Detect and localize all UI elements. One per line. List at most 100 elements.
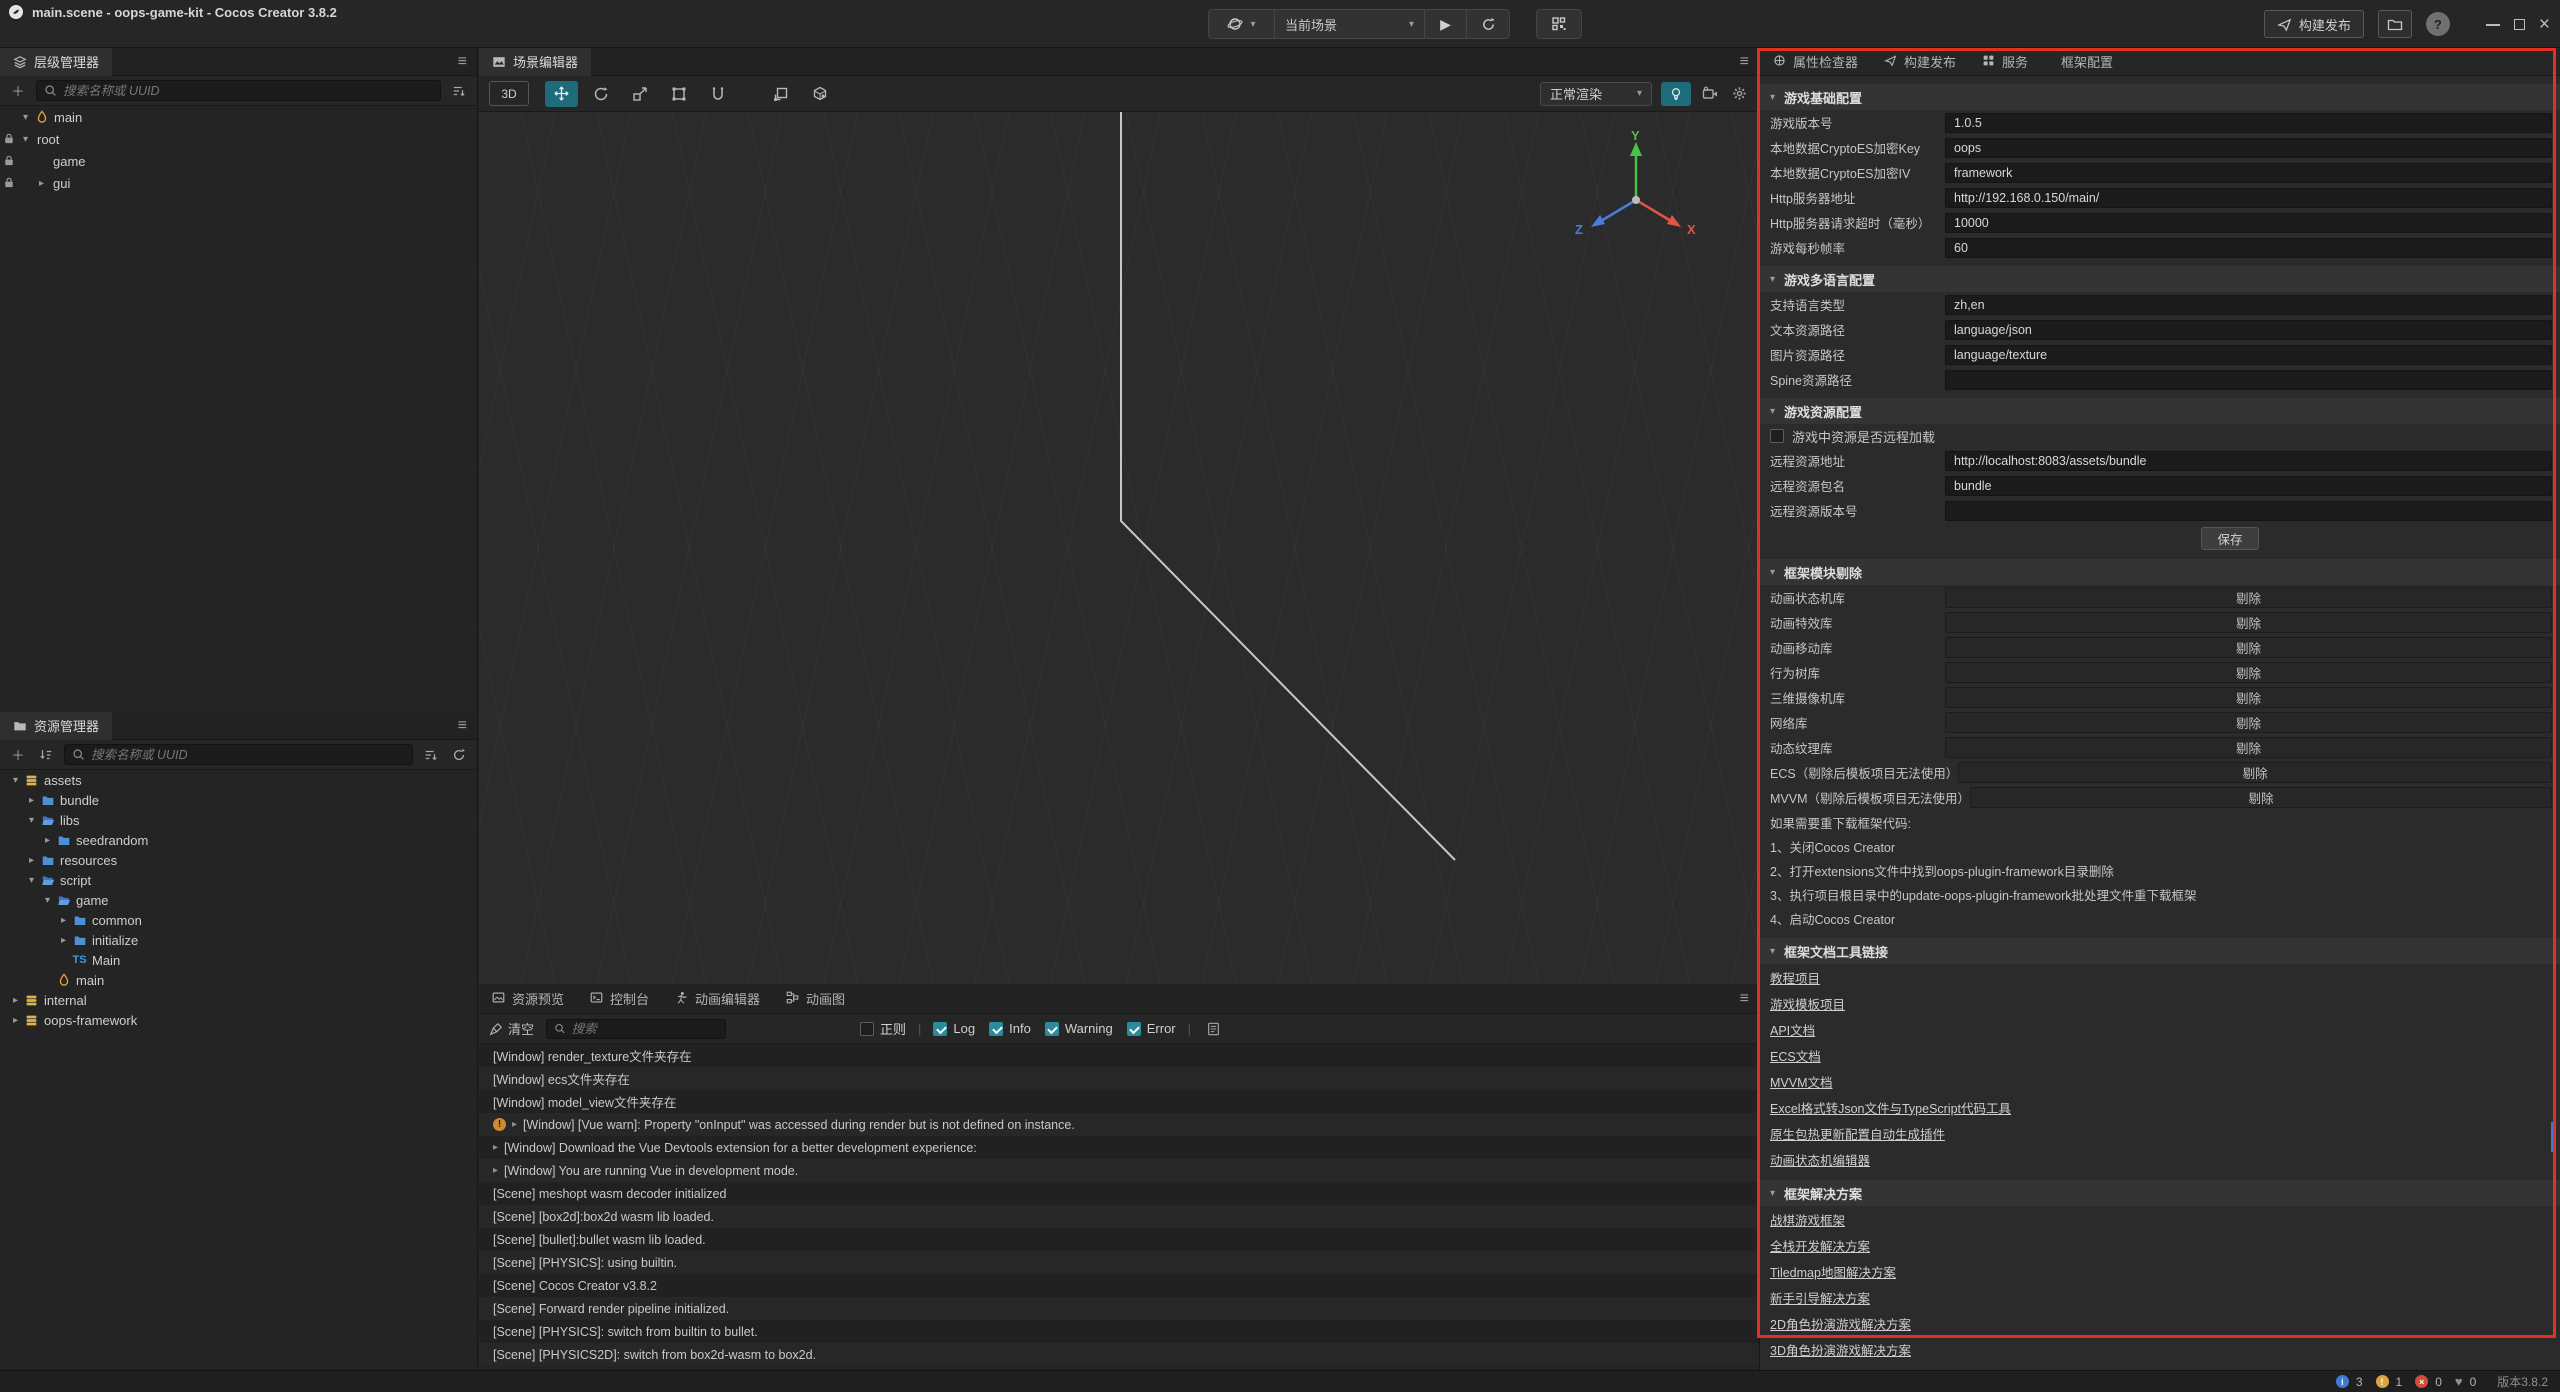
section-solutions[interactable]: ▾ 框架解决方案 [1760, 1180, 2560, 1206]
chevron-icon[interactable] [8, 1015, 23, 1026]
regex-checkbox-box[interactable] [860, 1022, 874, 1036]
trim-button[interactable]: 剔除 [1945, 662, 2552, 683]
regex-checkbox[interactable]: 正则 [860, 1019, 906, 1038]
asset-node-game[interactable]: game [0, 890, 477, 910]
minimize-button[interactable] [2486, 24, 2500, 26]
filter-checkbox-box[interactable] [933, 1022, 947, 1036]
expand-icon[interactable]: ▸ [493, 1142, 498, 1153]
section-i18n-config[interactable]: ▾ 游戏多语言配置 [1760, 266, 2560, 292]
log-row-5[interactable]: ▸ [Window] You are running Vue in develo… [479, 1159, 1759, 1182]
menu-0[interactable] [2, 24, 22, 48]
trim-button[interactable]: 剔除 [1958, 762, 2552, 783]
expand-icon[interactable]: ▸ [512, 1119, 517, 1130]
log-row-13[interactable]: [Scene] [PHYSICS2D]: switch from box2d-w… [479, 1343, 1759, 1366]
field-input[interactable] [1945, 163, 2552, 183]
inspector-tab-3[interactable]: 框架配置 [2041, 48, 2126, 76]
doc-link-2[interactable]: API文档 [1760, 1016, 2560, 1042]
assets-search-input[interactable] [91, 748, 405, 762]
inspector-tab-2[interactable]: 服务 [1969, 48, 2041, 76]
scene-viewport[interactable]: Y X Z [479, 112, 1759, 984]
log-row-12[interactable]: [Scene] [PHYSICS]: switch from builtin t… [479, 1320, 1759, 1343]
field-input[interactable] [1945, 295, 2552, 315]
preview-platform-button[interactable]: ▾ [1209, 10, 1275, 38]
filter-checkbox-box[interactable] [989, 1022, 1003, 1036]
menu-4[interactable] [82, 24, 102, 48]
scene-editor-tab[interactable]: 场景编辑器 [479, 48, 591, 76]
hierarchy-filter-icon[interactable] [449, 81, 469, 101]
field-input[interactable] [1945, 238, 2552, 258]
asset-node-resources[interactable]: resources [0, 850, 477, 870]
log-row-0[interactable]: [Window] render_texture文件夹存在 [479, 1044, 1759, 1067]
assets-tab[interactable]: 资源管理器 [0, 712, 112, 740]
console-tab-3[interactable]: 动画图 [773, 984, 858, 1014]
solution-link-0[interactable]: 战棋游戏框架 [1760, 1206, 2560, 1232]
asset-node-Main[interactable]: TS Main [0, 950, 477, 970]
log-row-9[interactable]: [Scene] [PHYSICS]: using builtin. [479, 1251, 1759, 1274]
anchor-tool-button[interactable] [701, 81, 734, 107]
assets-filter-icon[interactable] [421, 745, 441, 765]
hierarchy-search-input[interactable] [63, 84, 433, 98]
menu-6[interactable] [122, 24, 142, 48]
log-filter-1[interactable]: Info [989, 1021, 1031, 1036]
field-input[interactable] [1945, 138, 2552, 158]
section-basic-config[interactable]: ▾ 游戏基础配置 [1760, 84, 2560, 110]
asset-node-initialize[interactable]: initialize [0, 930, 477, 950]
hierarchy-node-main[interactable]: main [0, 106, 477, 128]
solution-link-4[interactable]: 2D角色扮演游戏解决方案 [1760, 1310, 2560, 1336]
rect-tool-button[interactable] [662, 81, 695, 107]
field-input[interactable] [1945, 501, 2552, 521]
log-row-8[interactable]: [Scene] [bullet]:bullet wasm lib loaded. [479, 1228, 1759, 1251]
save-button[interactable]: 保存 [2201, 527, 2259, 550]
open-project-folder-button[interactable] [2378, 10, 2412, 38]
doc-link-3[interactable]: ECS文档 [1760, 1042, 2560, 1068]
console-search-input[interactable] [572, 1022, 718, 1036]
chevron-icon[interactable] [18, 134, 33, 145]
menu-2[interactable] [42, 24, 62, 48]
asset-node-libs[interactable]: libs [0, 810, 477, 830]
play-button[interactable]: ▶ [1425, 10, 1467, 38]
lighting-toggle-button[interactable] [1661, 82, 1691, 106]
field-input[interactable] [1945, 213, 2552, 233]
solution-link-3[interactable]: 新手引导解决方案 [1760, 1284, 2560, 1310]
asset-node-bundle[interactable]: bundle [0, 790, 477, 810]
pivot-mode-button[interactable] [764, 81, 797, 107]
field-input[interactable] [1945, 320, 2552, 340]
doc-link-4[interactable]: MVVM文档 [1760, 1068, 2560, 1094]
field-input[interactable] [1945, 476, 2552, 496]
hierarchy-node-root[interactable]: root [0, 128, 477, 150]
log-row-2[interactable]: [Window] model_view文件夹存在 [479, 1090, 1759, 1113]
chevron-icon[interactable] [34, 178, 49, 189]
log-filter-0[interactable]: Log [933, 1021, 975, 1036]
console-menu-icon[interactable]: ≡ [1740, 990, 1749, 1008]
hierarchy-menu-icon[interactable]: ≡ [458, 53, 467, 71]
coordinate-mode-button[interactable] [803, 81, 836, 107]
scene-menu-icon[interactable]: ≡ [1740, 53, 1749, 71]
asset-node-main[interactable]: main [0, 970, 477, 990]
error-badge-icon[interactable]: × [2415, 1375, 2428, 1388]
log-filter-2[interactable]: Warning [1045, 1021, 1113, 1036]
close-button[interactable]: × [2539, 15, 2550, 34]
filter-checkbox-box[interactable] [1127, 1022, 1141, 1036]
chevron-icon[interactable] [40, 895, 55, 906]
log-row-3[interactable]: ! ▸ [Window] [Vue warn]: Property "onInp… [479, 1113, 1759, 1136]
mode-3d-button[interactable]: 3D [489, 81, 529, 106]
menu-5[interactable] [102, 24, 122, 48]
log-row-1[interactable]: [Window] ecs文件夹存在 [479, 1067, 1759, 1090]
clear-console-button[interactable]: 清空 [489, 1019, 534, 1038]
doc-link-5[interactable]: Excel格式转Json文件与TypeScript代码工具 [1760, 1094, 2560, 1120]
console-tab-2[interactable]: 动画编辑器 [662, 984, 773, 1014]
chevron-icon[interactable] [24, 815, 39, 826]
sort-assets-icon[interactable] [36, 745, 56, 765]
info-badge-icon[interactable]: i [2336, 1375, 2349, 1388]
inspector-tab-0[interactable]: 属性检查器 [1760, 48, 1871, 76]
filter-checkbox-box[interactable] [1045, 1022, 1059, 1036]
field-input[interactable] [1945, 188, 2552, 208]
doc-link-0[interactable]: 教程项目 [1760, 964, 2560, 990]
doc-link-6[interactable]: 原生包热更新配置自动生成插件 [1760, 1120, 2560, 1146]
create-asset-button[interactable]: ＋ [8, 745, 28, 765]
chevron-icon[interactable] [24, 795, 39, 806]
log-file-icon[interactable] [1203, 1019, 1223, 1039]
chevron-icon[interactable] [18, 112, 33, 123]
doc-link-7[interactable]: 动画状态机编辑器 [1760, 1146, 2560, 1172]
help-button[interactable]: ? [2426, 12, 2450, 36]
